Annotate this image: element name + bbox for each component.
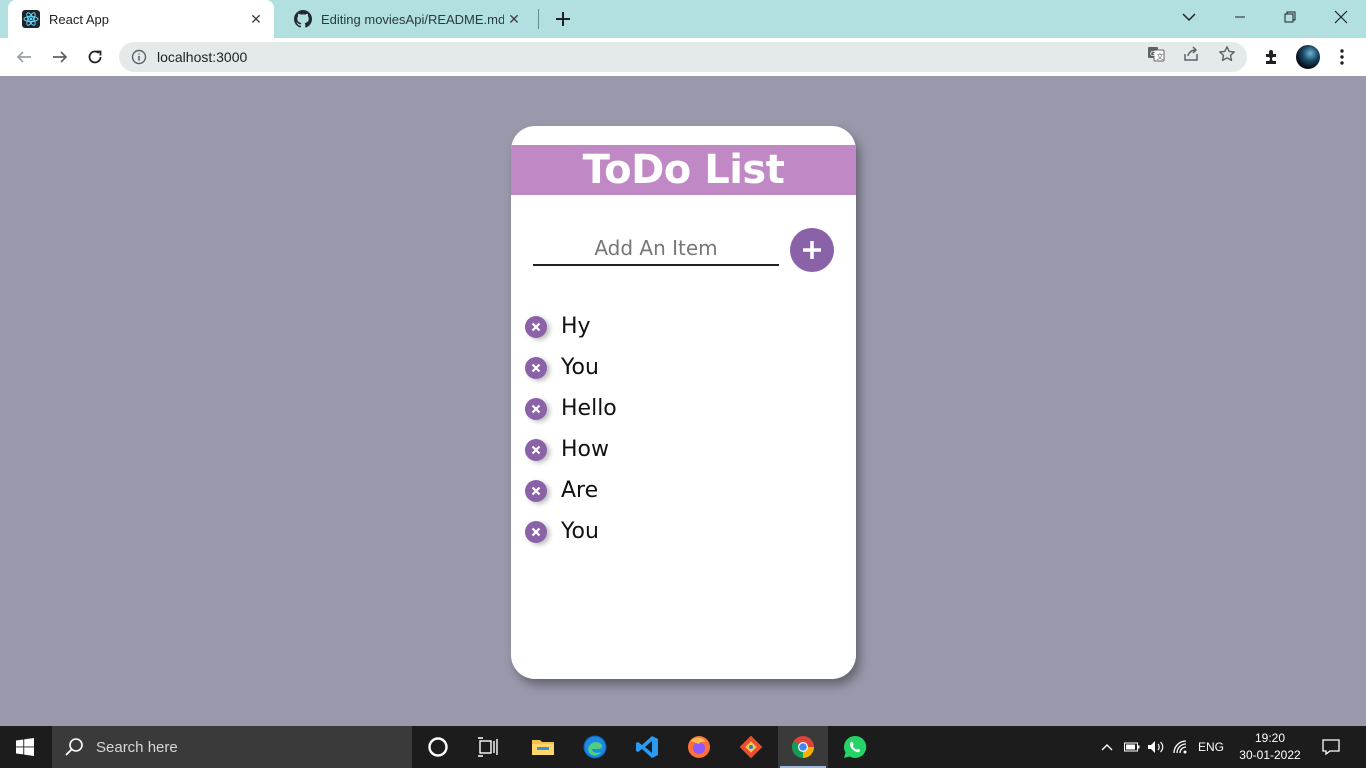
bookmark-star-icon[interactable] [1218,45,1236,63]
github-icon [294,10,312,28]
list-item: You [525,511,845,552]
notifications-icon[interactable] [1318,726,1344,768]
item-text: Hello [561,396,617,421]
address-bar[interactable]: localhost:3000 [119,42,1247,72]
add-item-button[interactable] [790,228,834,272]
git-icon[interactable] [726,726,776,768]
new-tab-icon[interactable] [550,6,576,32]
close-tab-icon[interactable]: ✕ [504,9,524,29]
edge-icon[interactable] [570,726,620,768]
profile-avatar[interactable] [1294,43,1322,71]
delete-item-button[interactable] [525,397,547,420]
file-explorer-icon[interactable] [518,726,568,768]
browser-tab-strip: React App ✕ Editing moviesApi/README.md … [0,0,1366,38]
task-view-icon[interactable] [463,726,513,768]
svg-text:G: G [1150,50,1155,58]
vscode-icon[interactable] [622,726,672,768]
close-icon [531,486,541,495]
todo-card: ToDo List Hy You Hello [511,126,856,679]
close-icon [531,363,541,372]
delete-item-button[interactable] [525,315,547,338]
taskbar-search-placeholder: Search here [96,738,178,756]
show-hidden-icons-icon[interactable] [1097,726,1117,768]
todo-header: ToDo List [511,145,856,195]
firefox-icon[interactable] [674,726,724,768]
item-text: You [561,519,599,544]
list-item: Hy [525,306,845,347]
delete-item-button[interactable] [525,520,547,543]
minimize-icon[interactable] [1217,0,1263,34]
page-title: ToDo List [582,147,785,193]
chrome-icon[interactable] [778,726,828,768]
close-window-icon[interactable] [1318,0,1364,34]
translate-icon[interactable]: G文 [1147,45,1165,63]
item-text: How [561,437,609,462]
whatsapp-icon[interactable] [830,726,880,768]
plus-icon [803,241,821,259]
taskbar-clock[interactable]: 19:20 30-01-2022 [1232,730,1308,764]
language-indicator[interactable]: ENG [1194,726,1228,768]
close-tab-icon[interactable]: ✕ [246,9,266,29]
battery-icon[interactable] [1122,726,1142,768]
list-item: You [525,347,845,388]
windows-start-icon[interactable] [0,726,50,768]
item-text: Hy [561,314,591,339]
extensions-icon[interactable] [1258,43,1286,71]
item-text: You [561,355,599,380]
taskbar-search-box[interactable]: Search here [52,726,412,768]
wifi-icon[interactable] [1170,726,1192,768]
tab-github-readme[interactable]: Editing moviesApi/README.md a ✕ [280,0,532,38]
add-item-row [533,226,834,276]
tab-search-icon[interactable] [1166,0,1212,34]
close-icon [531,527,541,536]
react-icon [22,10,40,28]
back-icon[interactable] [10,43,38,71]
close-icon [531,404,541,413]
reload-icon[interactable] [81,43,109,71]
close-icon [531,322,541,331]
tab-separator [538,9,539,29]
item-text: Are [561,478,599,503]
tab-react-app[interactable]: React App ✕ [8,0,274,38]
close-icon [531,445,541,454]
todo-list: Hy You Hello How Are You [525,306,845,552]
site-info-icon[interactable] [131,49,147,65]
delete-item-button[interactable] [525,356,547,379]
tab-title: React App [49,11,109,27]
clock-time: 19:20 [1254,731,1286,745]
search-icon [64,737,84,757]
share-icon[interactable] [1182,45,1200,63]
svg-text:文: 文 [1157,52,1164,61]
list-item: Are [525,470,845,511]
clock-date: 30-01-2022 [1239,748,1301,762]
add-item-input[interactable] [533,232,779,266]
windows-taskbar: Search here ENG 19:20 30-01-2022 [0,726,1366,768]
url-text: localhost:3000 [157,49,248,65]
delete-item-button[interactable] [525,438,547,461]
cortana-icon[interactable] [413,726,463,768]
list-item: Hello [525,388,845,429]
menu-dots-icon[interactable] [1328,43,1356,71]
delete-item-button[interactable] [525,479,547,502]
browser-toolbar: localhost:3000 G文 [0,38,1366,76]
list-item: How [525,429,845,470]
restore-icon[interactable] [1267,0,1313,34]
tab-title: Editing moviesApi/README.md a [321,11,504,27]
volume-icon[interactable] [1145,726,1167,768]
forward-icon[interactable] [46,43,74,71]
